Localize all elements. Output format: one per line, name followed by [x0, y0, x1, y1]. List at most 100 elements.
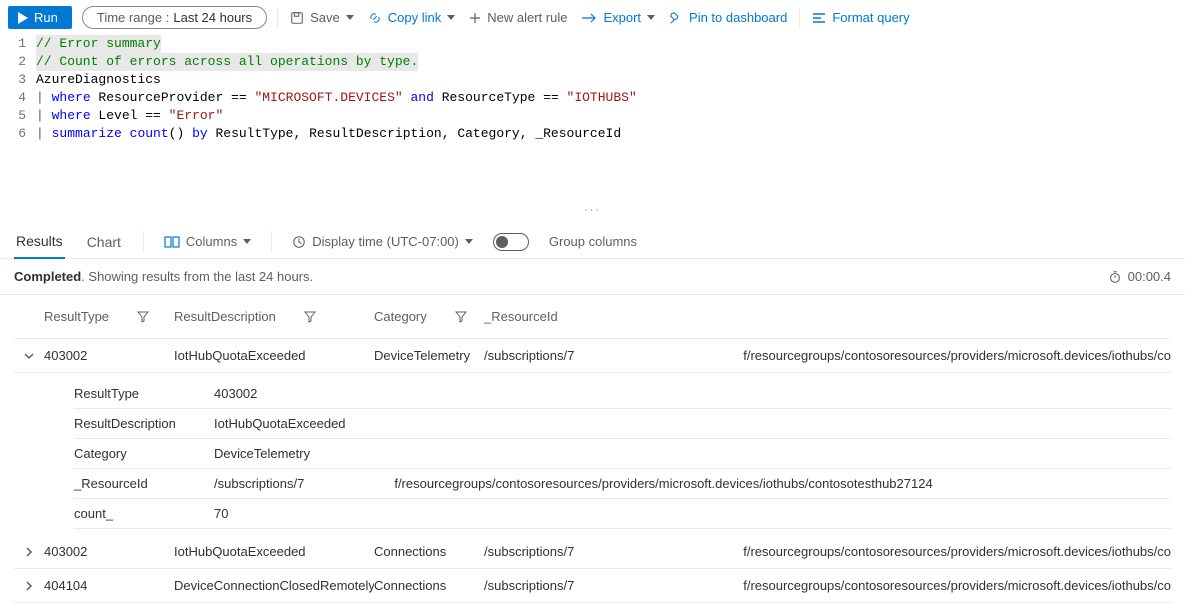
code-token: "Error": [169, 107, 224, 125]
code-line[interactable]: | where ResourceProvider == "MICROSOFT.D…: [36, 89, 637, 107]
detail-key: count_: [74, 506, 214, 521]
code-token: Level ==: [91, 107, 169, 125]
save-icon: [290, 11, 304, 25]
chevron-down-icon: [447, 15, 455, 20]
table-row[interactable]: 403002IotHubQuotaExceededConnections/sub…: [14, 535, 1171, 569]
export-label: Export: [603, 10, 641, 25]
editor-code[interactable]: // Error summary// Count of errors acros…: [36, 35, 637, 205]
cell-resourceid: /subscriptions/7f/resourcegroups/contoso…: [484, 578, 1171, 593]
col-label: ResultDescription: [174, 309, 276, 324]
chevron-down-icon: [243, 239, 251, 244]
new-alert-button[interactable]: New alert rule: [467, 8, 569, 27]
results-separator: [143, 231, 144, 253]
line-number: 3: [0, 71, 26, 89]
time-range-picker[interactable]: Time range : Last 24 hours: [82, 6, 267, 29]
col-resultdescription[interactable]: ResultDescription: [174, 309, 374, 324]
table-row[interactable]: 403002IotHubQuotaExceededDeviceTelemetry…: [14, 339, 1171, 373]
code-line[interactable]: // Error summary: [36, 35, 637, 53]
export-button[interactable]: Export: [579, 8, 657, 27]
code-token: "MICROSOFT.DEVICES": [254, 89, 402, 107]
cell-resulttype: 404104: [44, 578, 174, 593]
code-line[interactable]: | summarize count() by ResultType, Resul…: [36, 125, 637, 143]
code-token: summarize: [52, 125, 122, 143]
tab-chart[interactable]: Chart: [85, 226, 123, 258]
col-resourceid[interactable]: _ResourceId: [484, 309, 1171, 324]
play-icon: [18, 12, 28, 24]
export-icon: [581, 12, 597, 24]
code-token: where: [52, 107, 91, 125]
cell-resourceid: /subscriptions/7f/resourcegroups/contoso…: [484, 348, 1171, 363]
detail-value: IotHubQuotaExceeded: [214, 416, 1171, 431]
toolbar-separator: [799, 8, 800, 28]
line-number: 5: [0, 107, 26, 125]
line-number: 6: [0, 125, 26, 143]
code-line[interactable]: AzureDiagnostics: [36, 71, 637, 89]
detail-row: CategoryDeviceTelemetry: [74, 439, 1171, 469]
filter-icon[interactable]: [304, 311, 316, 323]
group-columns-toggle[interactable]: [493, 233, 529, 251]
columns-label: Columns: [186, 234, 237, 249]
detail-key: Category: [74, 446, 214, 461]
code-token: "IOTHUBS": [567, 89, 637, 107]
code-line[interactable]: | where Level == "Error": [36, 107, 637, 125]
detail-key: _ResourceId: [74, 476, 214, 491]
pin-label: Pin to dashboard: [689, 10, 787, 25]
display-time-picker[interactable]: Display time (UTC-07:00): [292, 234, 473, 249]
line-number: 2: [0, 53, 26, 71]
code-token: by: [192, 125, 208, 143]
chevron-down-icon: [23, 350, 35, 362]
row-expander[interactable]: [14, 546, 44, 558]
cell-resultdescription: DeviceConnectionClosedRemotely: [174, 578, 374, 593]
cell-resultdescription: IotHubQuotaExceeded: [174, 544, 374, 559]
pin-button[interactable]: Pin to dashboard: [667, 8, 789, 27]
code-token: // Error summary: [36, 35, 161, 53]
format-query-button[interactable]: Format query: [810, 8, 911, 27]
code-token: (): [169, 125, 192, 143]
cell-category: Connections: [374, 578, 484, 593]
columns-picker[interactable]: Columns: [164, 234, 251, 249]
query-editor[interactable]: 123456 // Error summary// Count of error…: [0, 35, 1185, 205]
detail-row: _ResourceId/subscriptions/7f/resourcegro…: [74, 469, 1171, 499]
toolbar-separator: [277, 8, 278, 28]
copy-link-button[interactable]: Copy link: [366, 8, 457, 27]
row-expander[interactable]: [14, 350, 44, 362]
results-separator: [271, 231, 272, 253]
cell-resulttype: 403002: [44, 544, 174, 559]
filter-icon[interactable]: [137, 311, 149, 323]
status-duration: 00:00.4: [1128, 269, 1171, 284]
splitter-handle[interactable]: ···: [0, 205, 1185, 219]
col-resulttype[interactable]: ResultType: [44, 309, 174, 324]
chevron-right-icon: [23, 580, 35, 592]
copy-link-label: Copy link: [388, 10, 441, 25]
clock-icon: [292, 235, 306, 249]
line-number: 1: [0, 35, 26, 53]
time-range-label: Time range :: [97, 10, 170, 25]
format-label: Format query: [832, 10, 909, 25]
save-button[interactable]: Save: [288, 8, 356, 27]
table-row[interactable]: 404104DeviceConnectionClosedRemotelyConn…: [14, 569, 1171, 603]
results-toolbar: Results Chart Columns Display time (UTC-…: [0, 219, 1185, 259]
filter-icon[interactable]: [455, 311, 467, 323]
plus-icon: [469, 12, 481, 24]
line-number: 4: [0, 89, 26, 107]
grid-header: ResultType ResultDescription Category _R…: [14, 295, 1171, 339]
col-category[interactable]: Category: [374, 309, 484, 324]
code-token: ResourceProvider ==: [91, 89, 255, 107]
link-icon: [368, 11, 382, 25]
row-expander[interactable]: [14, 580, 44, 592]
save-label: Save: [310, 10, 340, 25]
detail-value: 70: [214, 506, 1171, 521]
query-toolbar: Run Time range : Last 24 hours Save Copy…: [0, 0, 1185, 35]
group-columns-text: Group columns: [549, 234, 637, 249]
group-columns-label: Group columns: [549, 234, 637, 249]
detail-value: 403002: [214, 386, 1171, 401]
code-token: ResultType, ResultDescription, Category,…: [208, 125, 621, 143]
detail-row: ResultDescriptionIotHubQuotaExceeded: [74, 409, 1171, 439]
run-label: Run: [34, 10, 58, 25]
code-token: where: [52, 89, 91, 107]
run-button[interactable]: Run: [8, 6, 72, 29]
status-row: Completed. Showing results from the last…: [0, 259, 1185, 295]
detail-value: /subscriptions/7f/resourcegroups/contoso…: [214, 476, 1171, 491]
code-line[interactable]: // Count of errors across all operations…: [36, 53, 637, 71]
tab-results[interactable]: Results: [14, 225, 65, 259]
